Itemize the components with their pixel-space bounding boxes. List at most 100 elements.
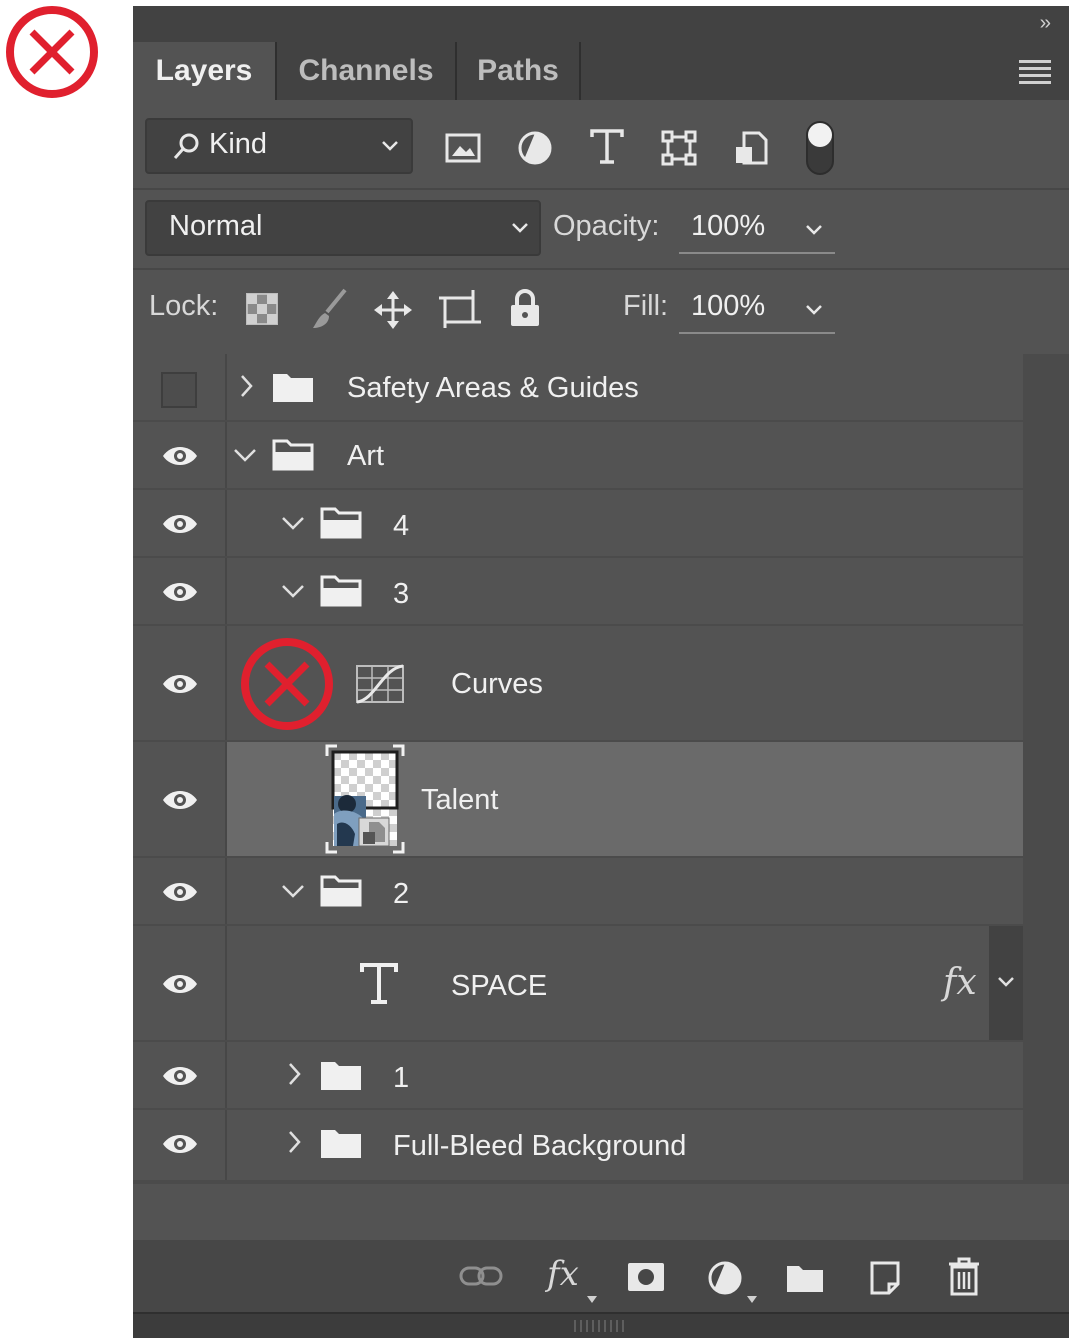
chevron-right-icon[interactable] <box>239 374 253 398</box>
error-mark-icon <box>6 6 98 98</box>
type-layer-icon <box>360 963 398 1004</box>
visibility-toggle[interactable] <box>133 742 227 856</box>
layer-name: Full-Bleed Background <box>393 1130 687 1162</box>
pixel-layer-filter-icon[interactable] <box>445 132 481 164</box>
layer-row[interactable]: Safety Areas & Guides <box>133 354 1023 420</box>
layer-name: 4 <box>393 510 410 542</box>
chevron-down-icon <box>806 305 822 315</box>
eye-icon <box>163 675 197 693</box>
lock-transparent-pixels-icon[interactable] <box>245 292 279 326</box>
layer-row[interactable]: 2 <box>133 858 1023 924</box>
tab-channels[interactable]: Channels <box>277 42 455 100</box>
layer-row[interactable]: Full-Bleed Background <box>133 1110 1023 1180</box>
panel-tab-bar: Layers Channels Paths <box>133 42 1069 100</box>
panel-menu-icon[interactable] <box>1019 60 1051 88</box>
layer-name: 3 <box>393 578 410 610</box>
effects-toggle-strip[interactable] <box>989 926 1023 1040</box>
layer-name: 2 <box>393 878 410 910</box>
curves-adjustment-icon <box>356 664 404 704</box>
lock-image-pixels-icon[interactable] <box>309 288 349 332</box>
adjustment-layer-filter-icon[interactable] <box>517 130 553 166</box>
layer-name: Curves <box>451 668 543 700</box>
visibility-off-box <box>161 372 197 408</box>
collapse-panel-icon[interactable]: ›› <box>1040 12 1051 35</box>
layer-row[interactable]: 3 <box>133 558 1023 624</box>
chevron-right-icon[interactable] <box>287 1130 301 1154</box>
add-layer-style-fx-icon[interactable]: fx <box>547 1254 579 1294</box>
visibility-toggle[interactable] <box>133 926 227 1040</box>
visibility-toggle[interactable] <box>133 1110 227 1180</box>
visibility-toggle[interactable] <box>133 626 227 740</box>
layer-row[interactable]: 4 <box>133 490 1023 556</box>
fill-value: 100% <box>691 290 766 322</box>
add-layer-style-menu-indicator <box>587 1296 597 1303</box>
eye-icon <box>163 791 197 809</box>
eye-icon <box>163 883 197 901</box>
layers-panel: ›› Layers Channels Paths Kind Normal Opa… <box>133 6 1069 1338</box>
chevron-down-icon[interactable] <box>281 884 305 898</box>
folder-icon <box>321 1062 361 1090</box>
type-layer-filter-icon[interactable] <box>589 128 625 166</box>
eye-icon <box>163 583 197 601</box>
lock-position-icon[interactable] <box>373 290 413 330</box>
folder-icon <box>321 1130 361 1158</box>
fill-field[interactable]: 100% <box>679 282 835 334</box>
blend-mode-dropdown[interactable]: Normal <box>145 200 541 256</box>
chevron-down-icon <box>512 223 528 233</box>
add-mask-icon[interactable] <box>627 1262 665 1292</box>
chevron-down-icon[interactable] <box>281 516 305 530</box>
tab-paths[interactable]: Paths <box>457 42 579 100</box>
delete-layer-icon[interactable] <box>947 1256 981 1296</box>
layer-name: Talent <box>421 784 499 816</box>
smart-object-thumbnail <box>325 744 405 854</box>
chevron-right-icon[interactable] <box>287 1062 301 1086</box>
chevron-down-icon[interactable] <box>233 448 257 462</box>
panel-resize-grip[interactable] <box>133 1312 1069 1338</box>
chevron-down-icon <box>998 977 1014 987</box>
open-folder-icon <box>320 875 362 907</box>
lock-label: Lock: <box>149 290 219 322</box>
eye-icon <box>163 975 197 993</box>
layer-row[interactable]: 1 <box>133 1042 1023 1108</box>
filter-toggle-switch[interactable] <box>805 120 835 176</box>
visibility-toggle[interactable] <box>133 1042 227 1108</box>
layer-row[interactable]: SPACE fx <box>133 926 1023 1040</box>
smart-object-filter-icon[interactable] <box>733 130 769 166</box>
layer-name: 1 <box>393 1062 410 1094</box>
adjustment-menu-indicator <box>747 1296 757 1303</box>
open-folder-icon <box>320 507 362 539</box>
grip-lines-icon <box>574 1320 624 1332</box>
eye-icon <box>163 447 197 465</box>
folder-icon <box>273 374 313 402</box>
layer-name: SPACE <box>451 970 548 1002</box>
visibility-toggle[interactable] <box>133 490 227 556</box>
error-mark-icon <box>241 638 333 730</box>
visibility-toggle[interactable] <box>133 558 227 624</box>
chevron-down-icon[interactable] <box>281 584 305 598</box>
layer-name: Art <box>347 440 385 472</box>
visibility-toggle[interactable] <box>133 422 227 488</box>
tab-divider <box>579 42 581 100</box>
lock-artboard-icon[interactable] <box>439 290 481 328</box>
layer-row[interactable]: Curves <box>133 626 1023 740</box>
visibility-toggle[interactable] <box>133 354 227 420</box>
visibility-toggle[interactable] <box>133 858 227 924</box>
fill-label: Fill: <box>623 290 669 322</box>
layer-effects-fx-icon[interactable]: fx <box>943 962 977 1003</box>
divider <box>133 268 1069 270</box>
opacity-field[interactable]: 100% <box>679 202 835 254</box>
opacity-label: Opacity: <box>553 210 660 242</box>
open-folder-icon <box>272 439 314 471</box>
lock-all-icon[interactable] <box>509 288 541 328</box>
layers-scrollbar[interactable] <box>1023 354 1069 1184</box>
link-layers-icon[interactable] <box>459 1264 503 1288</box>
filter-kind-dropdown[interactable]: Kind <box>145 118 413 174</box>
new-adjustment-layer-icon[interactable] <box>707 1260 743 1296</box>
shape-layer-filter-icon[interactable] <box>661 130 697 166</box>
new-layer-icon[interactable] <box>869 1260 901 1296</box>
layer-row[interactable]: Art <box>133 422 1023 488</box>
tab-layers[interactable]: Layers <box>133 42 275 100</box>
layer-row-selected[interactable]: Talent <box>133 742 1023 856</box>
new-group-icon[interactable] <box>785 1262 825 1294</box>
open-folder-icon <box>320 575 362 607</box>
